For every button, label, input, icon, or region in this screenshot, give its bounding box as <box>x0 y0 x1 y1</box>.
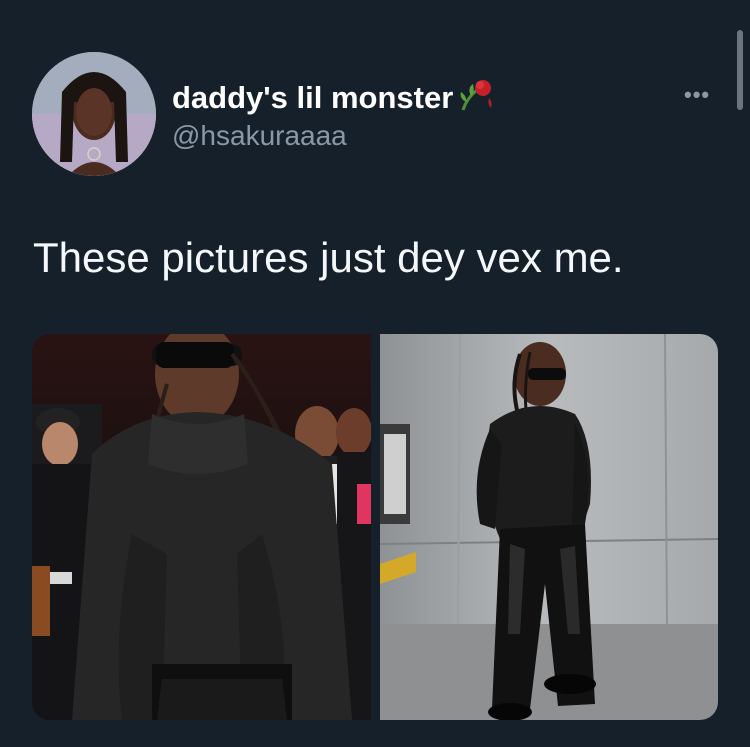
media-grid <box>32 334 718 720</box>
display-name-text: daddy's lil monster <box>172 80 454 115</box>
tweet-text: These pictures just dey vex me. <box>33 234 624 281</box>
display-name[interactable]: daddy's lil monster <box>172 76 497 120</box>
more-options-icon[interactable]: ••• <box>684 82 710 108</box>
wilted-rose-icon <box>457 76 497 120</box>
photo-man-leather-pants-concrete-wall[interactable] <box>379 334 718 720</box>
photo-man-black-sweater-crowd[interactable] <box>32 334 372 720</box>
avatar[interactable] <box>32 52 156 176</box>
scrollbar[interactable] <box>737 30 743 110</box>
handle[interactable]: @hsakuraaaa <box>172 120 347 152</box>
